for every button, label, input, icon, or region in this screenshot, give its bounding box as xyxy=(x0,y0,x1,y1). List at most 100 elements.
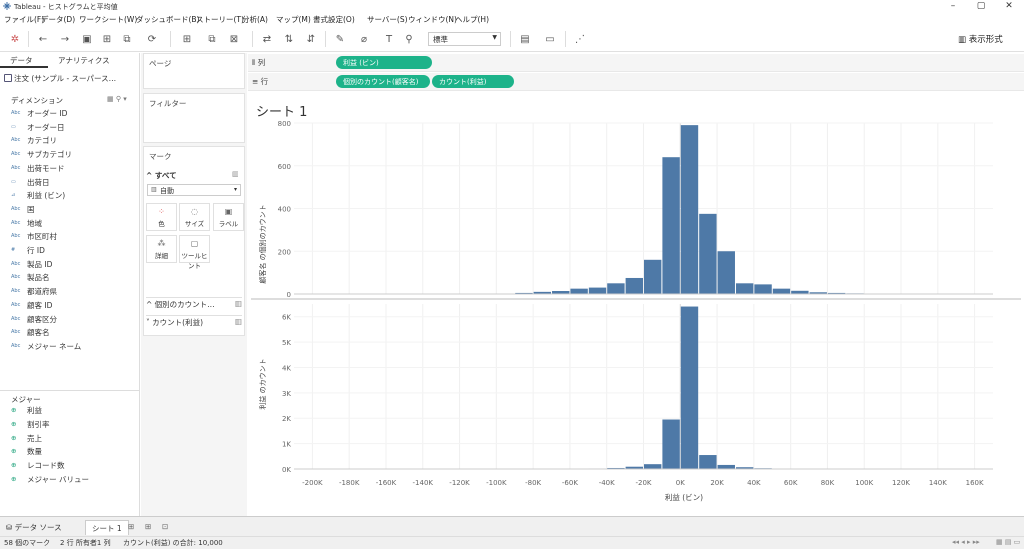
measure-field[interactable]: ⊕ 利益 xyxy=(0,404,140,417)
share-icon[interactable]: ⋰ xyxy=(573,32,587,46)
label-button[interactable]: ▣ ラベル xyxy=(213,203,244,231)
dimension-field[interactable]: ▭ 出荷日 xyxy=(0,176,140,189)
minimize-button[interactable]: – xyxy=(939,0,967,13)
size-button[interactable]: ◌ サイズ xyxy=(179,203,210,231)
sheet-nav-icon[interactable]: ◂◂ ◂ ▸ ▸▸ xyxy=(952,538,980,546)
redo-icon[interactable]: → xyxy=(58,32,72,46)
field-type-icon: Abc xyxy=(11,233,21,240)
dimension-field[interactable]: ▭ オーダー日 xyxy=(0,121,140,134)
show-me-button[interactable]: ▥ 表示形式 xyxy=(958,33,1003,45)
x-tick-label: -120K xyxy=(449,479,470,487)
maximize-button[interactable]: ▢ xyxy=(967,0,995,13)
histogram-bar xyxy=(699,213,717,294)
duplicate-icon[interactable]: ⧉ xyxy=(205,32,219,46)
rows-shelf[interactable]: ≡ 行 個別のカウント(顧客名) カウント(利益) xyxy=(248,73,1024,91)
fit-select[interactable]: 標準 ▼ xyxy=(428,32,501,46)
dimension-field[interactable]: Abc 顧客区分 xyxy=(0,313,140,326)
field-type-icon: # xyxy=(11,247,16,253)
tableau-start-icon[interactable]: ✲ xyxy=(8,32,22,46)
swap-icon[interactable]: ⇄ xyxy=(260,32,274,46)
menu-dashboard[interactable]: ダッシュボード(B) xyxy=(136,14,200,25)
y-tick-label: 2K xyxy=(282,415,291,423)
menu-analysis[interactable]: 分析(A) xyxy=(242,14,268,25)
columns-shelf[interactable]: ⦀ 列 利益 (ビン) xyxy=(248,54,1024,72)
label-icon: ▣ xyxy=(224,207,233,216)
sort-desc-icon[interactable]: ⇵ xyxy=(304,32,318,46)
tab-data[interactable]: データ xyxy=(0,53,48,68)
view-options-icon[interactable]: ▦ ⚲ ▾ xyxy=(107,95,127,103)
menu-server[interactable]: サーバー(S) xyxy=(367,14,408,25)
tooltip-button[interactable]: ▢ ツールヒント xyxy=(179,235,210,270)
new-story-icon[interactable]: ⊡ xyxy=(156,520,174,535)
presentation-icon[interactable]: ▭ xyxy=(543,32,557,46)
marks-all-header[interactable]: ^ すべて xyxy=(146,170,177,181)
dimension-field[interactable]: Abc 国 xyxy=(0,203,140,216)
sheet-sorter-icon[interactable]: ▦ ▤ ▭ xyxy=(996,538,1020,546)
menu-story[interactable]: ストーリー(T) xyxy=(196,14,244,25)
dimension-field[interactable]: Abc 都道府県 xyxy=(0,285,140,298)
measure-field[interactable]: ⊕ 割引率 xyxy=(0,418,140,431)
new-dashboard-icon[interactable]: ⊞ xyxy=(139,520,157,535)
detail-icon: ⁂ xyxy=(157,239,166,248)
undo-icon[interactable]: ← xyxy=(36,32,50,46)
measure-field[interactable]: ⊕ メジャー バリュー xyxy=(0,473,140,486)
dimension-field[interactable]: Abc 地域 xyxy=(0,217,140,230)
menu-window[interactable]: ウィンドウ(N) xyxy=(408,14,457,25)
dimension-field[interactable]: Abc 市区町村 xyxy=(0,230,140,243)
menu-data[interactable]: データ(D) xyxy=(41,14,75,25)
measure-field[interactable]: ⊕ レコード数 xyxy=(0,459,140,472)
group-icon[interactable]: ⌀ xyxy=(357,32,371,46)
marks-section-count[interactable]: ˅ カウント(利益) ▥ xyxy=(146,315,242,329)
dimension-field[interactable]: Abc 出荷モード xyxy=(0,162,140,175)
y-tick-label: 200 xyxy=(278,248,291,256)
dimension-field[interactable]: # 行 ID xyxy=(0,244,140,257)
close-button[interactable]: ✕ xyxy=(995,0,1023,13)
rows-pill-count[interactable]: カウント(利益) xyxy=(432,75,514,88)
pin-icon[interactable]: ⚲ xyxy=(402,32,416,46)
dimension-field[interactable]: Abc メジャー ネーム xyxy=(0,340,140,353)
save-icon[interactable]: ▣ xyxy=(80,32,94,46)
menu-file[interactable]: ファイル(F) xyxy=(4,14,44,25)
dimension-field[interactable]: Abc 顧客 ID xyxy=(0,299,140,312)
dimension-field[interactable]: Abc 製品 ID xyxy=(0,258,140,271)
field-label: 製品名 xyxy=(27,273,50,283)
dimension-field[interactable]: Abc サブカテゴリ xyxy=(0,148,140,161)
menu-help[interactable]: ヘルプ(H) xyxy=(455,14,489,25)
measure-field[interactable]: ⊕ 売上 xyxy=(0,432,140,445)
rows-pill-distinct[interactable]: 個別のカウント(顧客名) xyxy=(336,75,430,88)
new-datasource-icon[interactable]: ⊞ xyxy=(100,32,114,46)
dimension-field[interactable]: ⊿ 利益 (ビン) xyxy=(0,189,140,202)
menu-format[interactable]: 書式設定(O) xyxy=(313,14,355,25)
new-sheet-icon[interactable]: ⊞ xyxy=(122,520,140,535)
histogram-bar xyxy=(607,283,625,294)
pause-updates-icon[interactable]: ⧉ xyxy=(120,32,134,46)
datasource-name[interactable]: 注文 (サンプル - スーパース… xyxy=(0,71,140,85)
dimension-field[interactable]: Abc 顧客名 xyxy=(0,326,140,339)
sort-asc-icon[interactable]: ⇅ xyxy=(282,32,296,46)
y-tick-label: 600 xyxy=(278,163,291,171)
pages-card-title: ページ xyxy=(149,59,172,68)
measure-field[interactable]: ⊕ 数量 xyxy=(0,445,140,458)
columns-pill[interactable]: 利益 (ビン) xyxy=(336,56,432,69)
marks-all-label: すべて xyxy=(154,171,177,180)
label-icon[interactable]: T xyxy=(382,32,396,46)
highlight-icon[interactable]: ✎ xyxy=(333,32,347,46)
detail-button[interactable]: ⁂ 詳細 xyxy=(146,235,177,263)
show-cards-icon[interactable]: ▤ xyxy=(518,32,532,46)
color-button[interactable]: ⁘ 色 xyxy=(146,203,177,231)
tab-analytics[interactable]: アナリティクス xyxy=(48,53,140,68)
filters-card[interactable]: フィルター xyxy=(143,93,245,143)
refresh-icon[interactable]: ⟳ xyxy=(145,32,159,46)
tab-datasource[interactable]: ⛁ データ ソース xyxy=(0,520,68,535)
histogram-chart[interactable]: 8006004002000 6K5K4K3K2K1K0K -200K -180K -… xyxy=(251,119,1021,514)
dimension-field[interactable]: Abc 製品名 xyxy=(0,271,140,284)
pages-card[interactable]: ページ xyxy=(143,53,245,89)
marks-section-distinct[interactable]: ^ 個別のカウント… ▥ xyxy=(146,297,242,311)
dimension-field[interactable]: Abc オーダー ID xyxy=(0,107,140,120)
new-sheet-icon[interactable]: ⊞ xyxy=(180,32,194,46)
mark-type-select[interactable]: ▥ 自動 ▾ xyxy=(147,184,241,196)
dimension-field[interactable]: Abc カテゴリ xyxy=(0,134,140,147)
menu-map[interactable]: マップ(M) xyxy=(276,14,311,25)
clear-sheet-icon[interactable]: ⊠ xyxy=(227,32,241,46)
menu-worksheet[interactable]: ワークシート(W) xyxy=(79,14,137,25)
